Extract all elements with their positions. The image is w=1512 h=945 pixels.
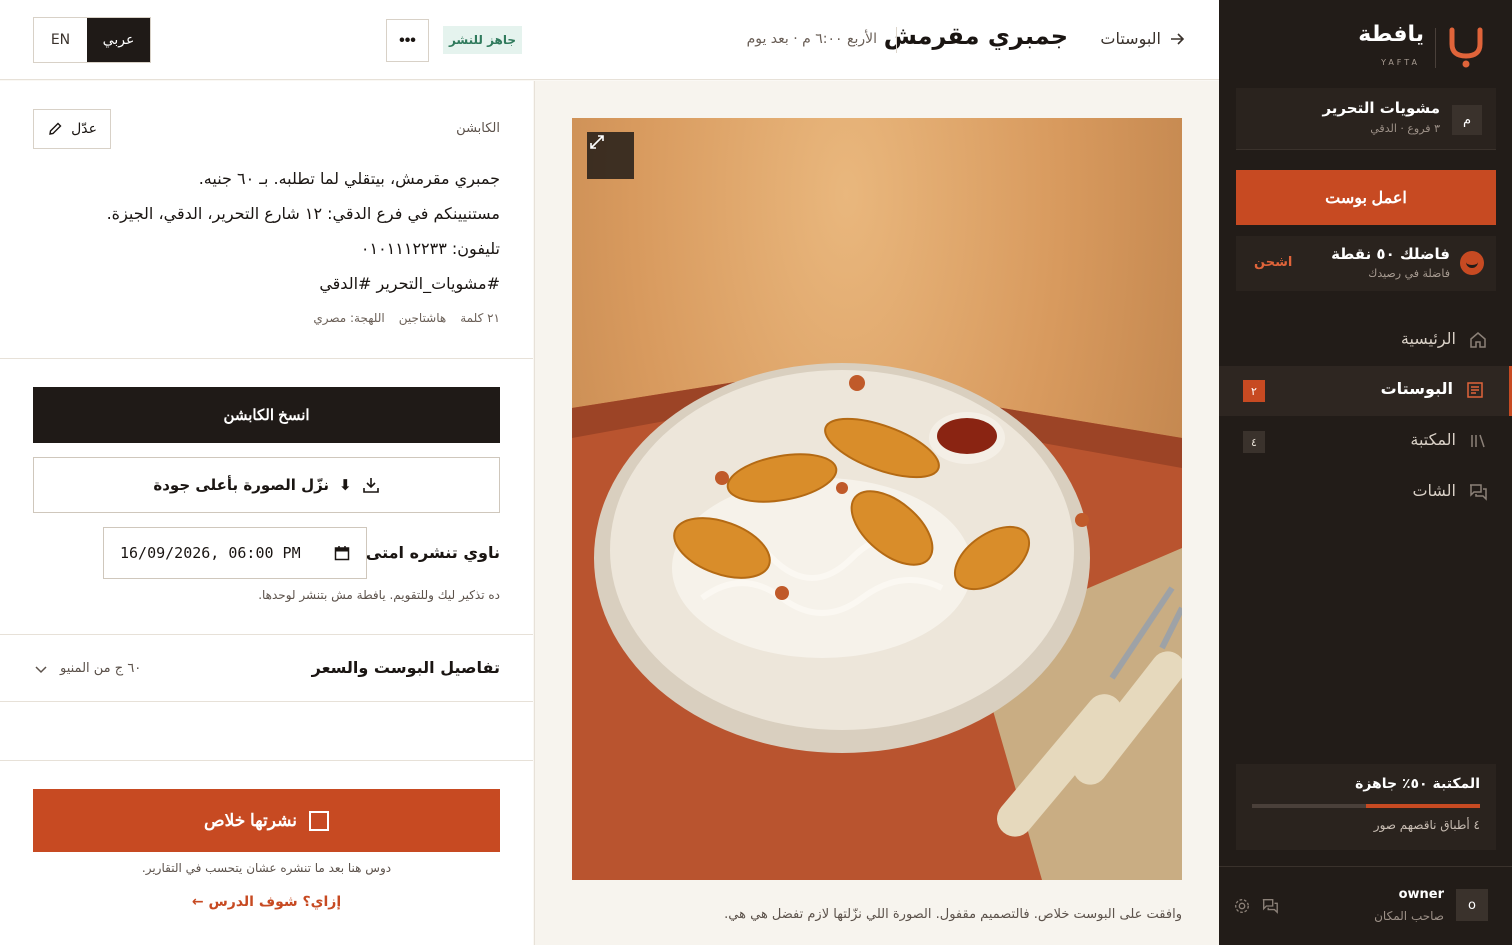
caption-label: الكابشن [456,121,500,136]
branch-badge: م [1452,105,1482,135]
divider [0,358,533,359]
sidebar-item-label: المكتبة [1410,430,1456,449]
points-icon [1460,251,1484,275]
posts-count-badge: ٢ [1243,380,1265,402]
arrow-right-icon [1171,32,1185,45]
hashtag-count: هاشتاجين [398,311,447,325]
brand-logo[interactable]: يافطة YAFTA [1344,22,1484,72]
post-details-title: تفاصيل البوست والسعر [311,658,500,677]
brand-latin: YAFTA [1381,58,1420,67]
lang-ar-option[interactable]: عربي [87,18,150,62]
edit-label: عدّل [71,121,97,137]
download-glyph: ⬇ [339,476,352,494]
sidebar-item-chat[interactable]: الشات [1219,468,1512,518]
sidebar-item-label: الشات [1412,481,1456,500]
sidebar-item-label: الرئيسية [1400,329,1456,348]
title-divider [896,27,897,53]
library-progress-fill [1366,804,1480,808]
library-progress-bar [1252,804,1480,808]
library-count-badge: ٤ [1243,431,1265,453]
schedule-note: ده تذكير ليك وللتقويم. يافطة مش بتنشر لو… [258,588,500,602]
library-progress-subtitle: ٤ أطباق ناقصهم صور [1373,818,1480,832]
library-progress-title: المكتبة ٥٠٪ جاهزة [1355,776,1480,792]
divider [0,760,533,761]
page-title: جمبري مقرمش [883,22,1068,50]
sidebar-item-home[interactable]: الرئيسية [1219,316,1512,366]
caption-line: #مشويات_التحرير #الدقي [319,274,500,293]
published-checkbox[interactable] [308,810,329,831]
calendar-icon[interactable] [334,545,350,561]
gear-icon[interactable] [1233,897,1251,915]
charge-points-link[interactable]: اشحن [1254,255,1292,270]
sidebar-item-posts[interactable]: البوستات ٢ [1219,366,1512,416]
post-schedule-time: الأربع ٦:٠٠ م · بعد يوم [746,31,877,47]
schedule-label: ناوي تنشره امتى [365,543,500,562]
published-note: دوس هنا بعد ما تنشره عشان يتحسب في التقا… [141,861,392,875]
language-toggle: EN عربي [33,17,151,63]
library-icon [1471,434,1485,448]
pencil-icon [49,122,62,135]
details-panel: الكابشن عدّل جمبري مقرمش، بيتقلي لما تطل… [0,81,533,945]
more-options-button[interactable]: ••• [386,19,429,62]
points-card: فاضلك ٥٠ نقطة فاضلة في رصيدك اشحن [1236,236,1496,291]
chevron-down-icon [35,666,47,674]
schedule-value: 16/09/2026, 06:00 PM [120,544,301,562]
expand-icon [590,135,604,149]
back-to-posts-link[interactable]: البوستات [1100,29,1185,48]
avatar[interactable]: o [1456,889,1488,921]
download-image-button[interactable]: ⬇ نزّل الصورة بأعلى جودة [33,457,500,513]
chat-icon [1470,484,1487,501]
branch-subtitle: ٣ فروع · الدقي [1370,122,1440,135]
dialect: اللهجة: مصري [313,311,385,325]
status-badge: جاهز للنشر [443,26,522,54]
sidebar: يافطة YAFTA م مشويات التحرير ٣ فروع · ال… [1219,0,1512,945]
owner-name: owner [1398,887,1444,902]
download-icon [362,478,379,493]
owner-role: صاحب المكان [1374,909,1444,923]
caption-meta: ٢١ كلمة هاشتاجين اللهجة: مصري [313,311,500,325]
schedule-datetime-input[interactable]: 16/09/2026, 06:00 PM [103,527,367,579]
post-image[interactable] [572,118,1182,880]
post-details-accordion[interactable]: تفاصيل البوست والسعر ٦٠ ج من المنيو [0,634,533,702]
posts-icon [1467,382,1483,398]
sidebar-item-label: البوستات [1380,379,1453,398]
approved-note: وافقت على البوست خلاص. فالتصميم مقفول. ا… [724,907,1182,922]
caption-line: تليفون: ٠١٠١١١٢٢٣٣ [360,239,500,258]
topbar: البوستات جمبري مقرمش الأربع ٦:٠٠ م · بعد… [0,0,1219,80]
brand-name: يافطة [1358,22,1424,47]
food-photo-illustration [572,363,1182,880]
owner-profile: o owner صاحب المكان [1219,866,1512,945]
library-progress-card[interactable]: المكتبة ٥٠٪ جاهزة ٤ أطباق ناقصهم صور [1236,764,1496,850]
caption-line: جمبري مقرمش، بيتقلي لما تطلبه. بـ ٦٠ جني… [198,169,500,188]
brand-divider [1435,28,1436,68]
sidebar-item-library[interactable]: المكتبة ٤ [1219,417,1512,467]
lesson-link[interactable]: إزاي؟ شوف الدرس ← [0,894,533,910]
yafta-logo-icon [1449,27,1483,68]
post-price: ٦٠ ج من المنيو [60,661,142,676]
home-icon [1470,332,1486,348]
branch-switcher[interactable]: م مشويات التحرير ٣ فروع · الدقي [1236,88,1496,150]
lang-en-option[interactable]: EN [34,18,87,62]
chat-icon[interactable] [1261,897,1279,915]
word-count: ٢١ كلمة [460,311,500,325]
make-post-button[interactable]: اعمل بوست [1236,170,1496,225]
caption-line: مستنيينكم في فرع الدقي: ١٢ شارع التحرير،… [106,204,500,223]
back-label: البوستات [1100,29,1161,48]
points-subtitle: فاضلة في رصيدك [1368,267,1450,280]
mark-published-button[interactable]: نشرتها خلاص [33,789,500,852]
download-label: نزّل الصورة بأعلى جودة [153,476,330,494]
branch-title: مشويات التحرير [1322,99,1440,117]
edit-caption-button[interactable]: عدّل [33,109,111,149]
copy-caption-button[interactable]: انسخ الكابشن [33,387,500,443]
expand-image-button[interactable] [587,132,634,179]
points-title: فاضلك ٥٠ نقطة [1331,245,1450,263]
published-label: نشرتها خلاص [204,810,297,830]
image-panel: وافقت على البوست خلاص. فالتصميم مقفول. ا… [534,81,1219,945]
